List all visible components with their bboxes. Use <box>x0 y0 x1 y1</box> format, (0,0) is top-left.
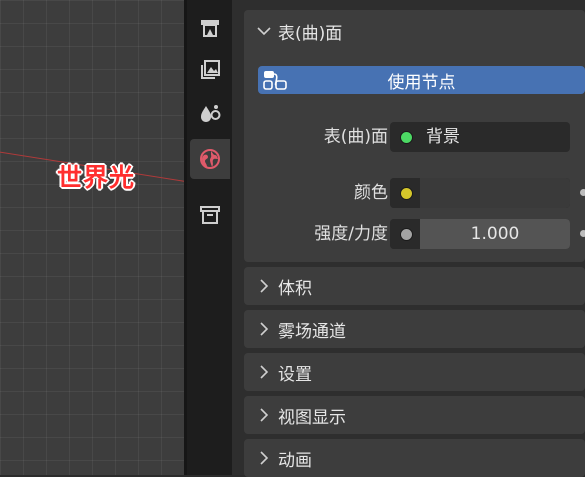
properties-tab-bar <box>187 0 232 475</box>
keyframe-dot-icon[interactable] <box>580 230 585 237</box>
view-layer-icon <box>201 105 221 122</box>
color-row: 颜色 <box>244 178 585 208</box>
strength-field: 1.000 <box>390 219 570 249</box>
surface-row: 表(曲)面 背景 <box>244 122 585 152</box>
strength-label: 强度/力度 <box>314 224 388 244</box>
chevron-right-icon <box>260 365 269 379</box>
world-light-label: 世界光 <box>57 163 136 192</box>
use-nodes-button[interactable]: 使用节点 <box>258 66 585 94</box>
surface-label: 表(曲)面 <box>323 127 388 147</box>
node-tree-icon <box>263 71 287 90</box>
surface-shader-value: 背景 <box>426 127 460 147</box>
strength-socket-button[interactable] <box>390 219 420 249</box>
world-tab[interactable] <box>190 139 230 179</box>
shader-socket-icon <box>400 131 413 144</box>
keyframe-dot-icon[interactable] <box>580 189 585 196</box>
section-title: 设置 <box>278 364 312 385</box>
chevron-down-icon <box>257 27 271 36</box>
color-socket-button[interactable] <box>390 178 420 208</box>
render-tab[interactable] <box>190 8 230 48</box>
surface-section: 表(曲)面 使用节点 表(曲)面 背景 颜色 强度/力度 1.000 <box>244 10 585 262</box>
use-nodes-label: 使用节点 <box>387 72 456 93</box>
volume-section-header[interactable]: 体积 <box>244 267 585 305</box>
collection-box-icon <box>200 206 220 224</box>
chevron-right-icon <box>260 451 269 465</box>
color-socket-icon <box>400 187 413 200</box>
surface-section-header[interactable]: 表(曲)面 <box>244 10 342 52</box>
color-label: 颜色 <box>354 183 388 203</box>
chevron-right-icon <box>260 322 269 336</box>
chevron-right-icon <box>260 408 269 422</box>
section-title: 体积 <box>278 278 312 299</box>
value-socket-icon <box>400 228 413 241</box>
world-icon <box>200 149 220 169</box>
chevron-right-icon <box>260 279 269 293</box>
surface-shader-selector[interactable]: 背景 <box>390 122 570 152</box>
surface-section-title: 表(曲)面 <box>278 23 343 44</box>
color-swatch[interactable] <box>420 178 570 208</box>
viewport-display-section-header[interactable]: 视图显示 <box>244 396 585 434</box>
view-layer-tab[interactable] <box>190 94 230 134</box>
settings-section-header[interactable]: 设置 <box>244 353 585 391</box>
output-image-icon <box>201 60 220 79</box>
3d-viewport[interactable]: 世界光 <box>0 0 184 475</box>
render-icon <box>201 20 219 37</box>
mist-pass-section-header[interactable]: 雾场通道 <box>244 310 585 348</box>
collection-tab[interactable] <box>190 195 230 235</box>
properties-panel: 表(曲)面 使用节点 表(曲)面 背景 颜色 强度/力度 1.000 体积 雾场… <box>232 0 585 477</box>
section-title: 动画 <box>278 450 312 471</box>
section-title: 雾场通道 <box>278 321 346 342</box>
section-title: 视图显示 <box>278 407 346 428</box>
animation-section-header[interactable]: 动画 <box>244 439 585 477</box>
color-field <box>390 178 570 208</box>
strength-row: 强度/力度 1.000 <box>244 219 585 249</box>
output-tab[interactable] <box>190 50 230 90</box>
strength-value-input[interactable]: 1.000 <box>420 219 570 249</box>
